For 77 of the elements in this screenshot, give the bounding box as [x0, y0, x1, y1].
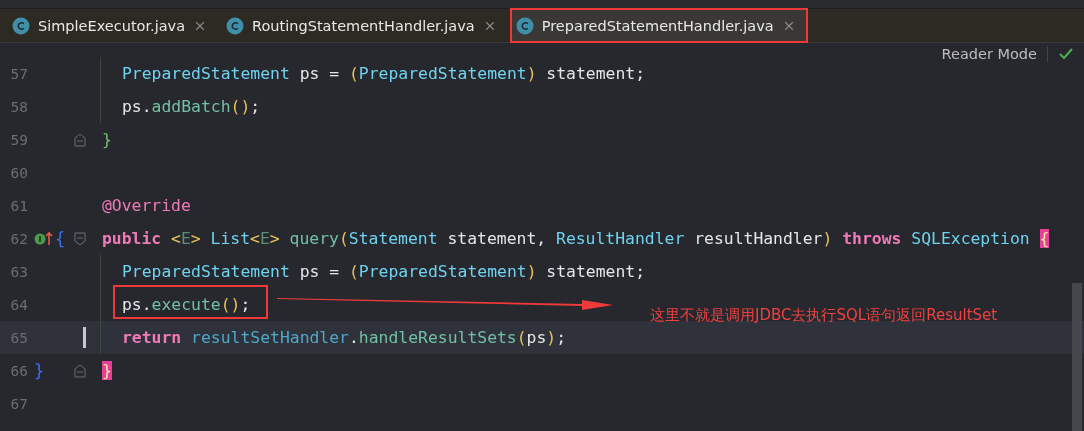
change-marker	[83, 327, 86, 348]
code-token: ;	[250, 97, 261, 116]
fold-icon[interactable]	[74, 132, 86, 147]
code-token: }	[102, 361, 112, 380]
code-token: )	[526, 64, 537, 83]
check-icon	[1058, 47, 1074, 61]
code-token: .	[348, 328, 359, 347]
code-token: PreparedStatement	[358, 262, 527, 281]
code-token: ps	[526, 328, 547, 347]
scope-marker: {	[55, 228, 66, 249]
code-token: query	[289, 229, 339, 248]
code-token: (	[338, 229, 349, 248]
file-tab[interactable]: RoutingStatementHandler.java	[222, 9, 507, 42]
code-token: addBatch	[151, 97, 231, 116]
file-tab[interactable]: SimpleExecutor.java	[8, 9, 218, 42]
code-token: SQLException	[911, 229, 1031, 248]
line-number: 57	[9, 65, 28, 82]
file-tab[interactable]: PreparedStatementHandler.java	[511, 9, 806, 42]
code-token: >	[190, 229, 202, 248]
line-number: 67	[9, 395, 28, 412]
line-number: 66	[9, 362, 28, 379]
code-token: (	[516, 328, 527, 347]
code-token: ps =	[298, 262, 341, 281]
implements-up-arrow-icon[interactable]	[34, 229, 54, 248]
code-token: ;	[556, 328, 567, 347]
code-token: ps.	[122, 97, 152, 116]
code-token: execute	[151, 295, 221, 314]
reader-mode-link[interactable]: Reader Mode	[941, 46, 1048, 62]
scope-marker: }	[34, 360, 45, 381]
code-token: <	[171, 229, 181, 248]
code-token: PreparedStatement	[122, 262, 290, 281]
line-number: 63	[9, 263, 28, 280]
code-token: }	[102, 130, 112, 149]
code-token: >	[269, 229, 281, 248]
code-token: statement;	[545, 64, 646, 83]
code-token: ()	[220, 295, 241, 314]
fold-icon[interactable]	[74, 231, 86, 246]
code-token: ps =	[298, 64, 341, 83]
code-token: statement,	[446, 229, 548, 248]
line-number: 60	[9, 164, 28, 181]
code-token: resultSetHandler	[191, 328, 349, 347]
code-token: PreparedStatement	[122, 64, 290, 83]
code-token: PreparedStatement	[358, 64, 527, 83]
code-token: {	[1039, 229, 1050, 248]
class-icon	[12, 16, 30, 35]
code-token: statement;	[545, 262, 646, 281]
code-token: return	[122, 328, 183, 347]
scrollbar[interactable]	[1072, 283, 1082, 431]
line-number: 58	[9, 98, 28, 115]
line-number: 62	[9, 230, 28, 247]
code-token: resultHandler	[693, 229, 823, 248]
code-token: ps.	[122, 295, 152, 314]
code-token: )	[822, 229, 834, 248]
code-token: ;	[240, 295, 251, 314]
code-token: (	[349, 262, 359, 281]
line-number: 65	[9, 329, 28, 346]
line-number: 64	[9, 296, 28, 313]
code-token: handleResultSets	[358, 328, 517, 347]
code-token: Statement	[348, 229, 438, 248]
line-number: 59	[9, 131, 28, 148]
fold-icon[interactable]	[74, 363, 86, 378]
code-token: E	[180, 229, 191, 248]
code-token: <	[250, 229, 260, 248]
code-token: @Override	[102, 196, 191, 215]
code-token: List	[210, 229, 251, 248]
code-token: public	[102, 229, 163, 248]
annotation-text: 这里不就是调用JDBC去执行SQL语句返回ResultSet	[650, 306, 998, 325]
code-token: throws	[842, 229, 903, 248]
code-token: )	[546, 328, 557, 347]
class-icon	[515, 16, 534, 35]
class-icon	[226, 16, 245, 35]
line-number: 61	[9, 197, 28, 214]
code-token: (	[349, 64, 359, 83]
code-token: E	[259, 229, 270, 248]
code-token: ()	[230, 97, 251, 116]
code-token: ResultHandler	[556, 229, 685, 248]
code-token: )	[526, 262, 537, 281]
